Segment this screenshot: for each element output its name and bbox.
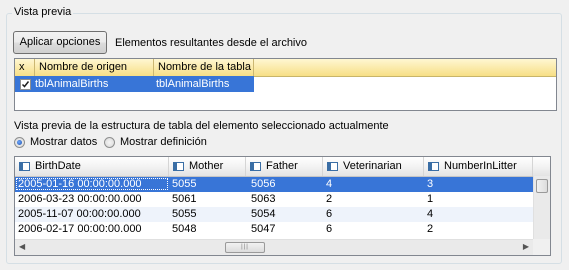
cell-mother[interactable]: 5048 xyxy=(172,222,196,237)
column-header-birthdate[interactable]: BirthDate xyxy=(15,157,169,176)
table-row[interactable]: 2006-02-17 00:00:00.000 5048 5047 6 2 xyxy=(15,222,533,237)
apply-caption: Elementos resultantes desde el archivo xyxy=(115,37,307,49)
cell-father[interactable]: 5063 xyxy=(251,192,275,207)
cell-veterinarian[interactable]: 2 xyxy=(326,192,332,207)
header-x[interactable]: x xyxy=(15,59,35,76)
cell-numberinlitter[interactable]: 4 xyxy=(427,207,433,222)
cell-birthdate[interactable]: 2005-01-16 00:00:00.000 xyxy=(18,177,142,192)
column-icon xyxy=(327,162,338,171)
cell-veterinarian[interactable]: 6 xyxy=(326,207,332,222)
column-header-mother[interactable]: Mother xyxy=(169,157,246,176)
scroll-right-arrow-icon[interactable]: ▶ xyxy=(523,240,529,254)
column-header-veterinarian[interactable]: Veterinarian xyxy=(323,157,424,176)
cell-birthdate[interactable]: 2005-11-07 00:00:00.000 xyxy=(18,207,141,222)
cell-mother[interactable]: 5061 xyxy=(172,192,196,207)
apply-options-button[interactable]: Aplicar opciones xyxy=(13,31,107,54)
column-icon xyxy=(250,162,261,171)
show-definition-label[interactable]: Mostrar definición xyxy=(120,135,207,149)
cell-veterinarian[interactable]: 4 xyxy=(326,177,332,192)
show-data-label[interactable]: Mostrar datos xyxy=(30,135,97,149)
horizontal-scroll-thumb[interactable]: ||| xyxy=(225,242,265,253)
structure-label: Vista previa de la estructura de tabla d… xyxy=(14,120,389,132)
cell-father[interactable]: 5054 xyxy=(251,207,275,222)
group-title: Vista previa xyxy=(12,5,74,19)
column-header-father[interactable]: Father xyxy=(246,157,323,176)
table-row[interactable]: 2005-11-07 00:00:00.000 5055 5054 6 4 xyxy=(15,207,533,222)
table-name-cell[interactable]: tblAnimalBirths xyxy=(156,76,229,92)
vertical-scrollbar[interactable] xyxy=(533,176,550,240)
cell-birthdate[interactable]: 2006-03-23 00:00:00.000 xyxy=(18,192,142,207)
cell-birthdate[interactable]: 2006-02-17 00:00:00.000 xyxy=(18,222,142,237)
cell-numberinlitter[interactable]: 2 xyxy=(427,222,433,237)
scrollbar-corner xyxy=(533,239,550,255)
column-icon xyxy=(173,162,184,171)
header-table-name[interactable]: Nombre de la tabla xyxy=(154,59,254,76)
scroll-left-arrow-icon[interactable]: ◀ xyxy=(19,240,25,254)
cell-father[interactable]: 5056 xyxy=(251,177,275,192)
cell-mother[interactable]: 5055 xyxy=(172,207,196,222)
row-checkbox[interactable] xyxy=(20,79,31,90)
data-preview-grid[interactable]: BirthDate Mother Father Veterinarian Num… xyxy=(14,156,551,256)
table-row[interactable]: 2005-01-16 00:00:00.000 5055 5056 4 3 xyxy=(15,177,533,192)
source-grid[interactable]: x Nombre de origen Nombre de la tabla tb… xyxy=(14,58,557,111)
checkmark-icon xyxy=(21,81,30,88)
cell-mother[interactable]: 5055 xyxy=(172,177,196,192)
cell-numberinlitter[interactable]: 3 xyxy=(427,177,433,192)
show-data-radio[interactable] xyxy=(14,137,25,148)
horizontal-scrollbar[interactable]: ◀ ||| ▶ xyxy=(15,239,533,255)
column-header-numberinlitter[interactable]: NumberInLitter xyxy=(424,157,533,176)
cell-veterinarian[interactable]: 6 xyxy=(326,222,332,237)
column-icon xyxy=(428,162,439,171)
cell-numberinlitter[interactable]: 1 xyxy=(427,192,433,207)
show-definition-radio[interactable] xyxy=(104,137,115,148)
column-icon xyxy=(19,162,30,171)
header-origin-name[interactable]: Nombre de origen xyxy=(35,59,154,76)
table-row[interactable]: 2006-03-23 00:00:00.000 5061 5063 2 1 xyxy=(15,192,533,207)
cell-father[interactable]: 5047 xyxy=(251,222,275,237)
vertical-scroll-thumb[interactable] xyxy=(536,179,548,193)
origin-name-cell[interactable]: tblAnimalBirths xyxy=(35,76,108,92)
